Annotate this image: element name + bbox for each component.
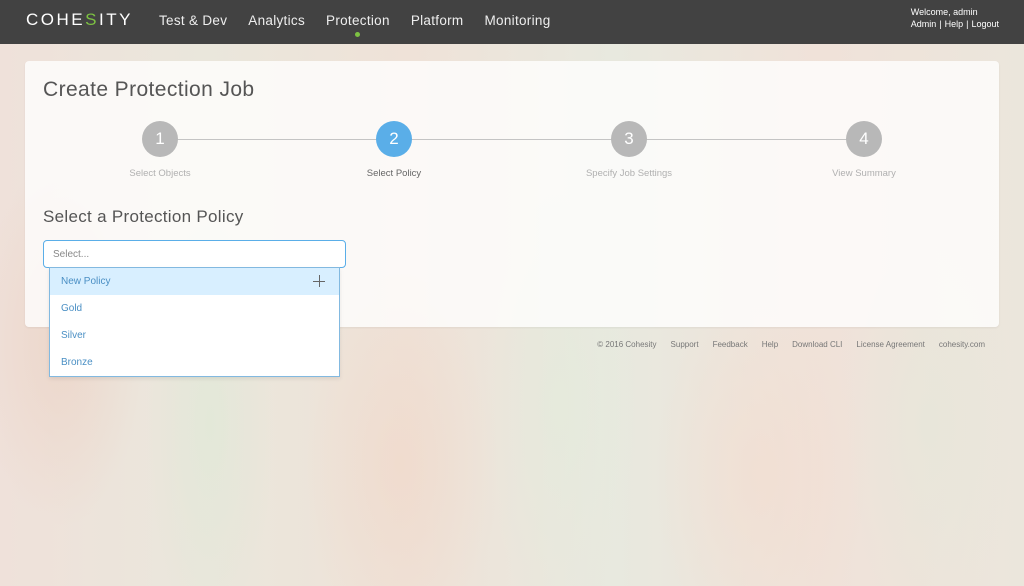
help-link[interactable]: Help bbox=[945, 19, 964, 29]
admin-link[interactable]: Admin bbox=[911, 19, 937, 29]
footer: © 2016 Cohesity Support Feedback Help Do… bbox=[583, 340, 985, 349]
separator: | bbox=[939, 19, 942, 29]
step-label: Select Policy bbox=[366, 168, 422, 179]
separator: | bbox=[966, 19, 969, 29]
step-number: 4 bbox=[846, 121, 882, 157]
logout-link[interactable]: Logout bbox=[971, 19, 999, 29]
step-label: View Summary bbox=[832, 168, 896, 179]
step-number: 2 bbox=[376, 121, 412, 157]
nav-monitoring[interactable]: Monitoring bbox=[484, 13, 550, 28]
footer-link-feedback[interactable]: Feedback bbox=[713, 340, 748, 349]
policy-option-gold[interactable]: Gold bbox=[50, 295, 339, 322]
main-nav: Test & Dev Analytics Protection Platform… bbox=[159, 13, 572, 37]
step-specify-job-settings[interactable]: 3 Specify Job Settings bbox=[549, 121, 709, 179]
step-number: 1 bbox=[142, 121, 178, 157]
step-select-policy[interactable]: 2 Select Policy bbox=[314, 121, 474, 179]
step-label: Specify Job Settings bbox=[585, 168, 673, 179]
nav-test-dev[interactable]: Test & Dev bbox=[159, 13, 227, 28]
option-label: New Policy bbox=[61, 276, 111, 287]
footer-link-cohesity-com[interactable]: cohesity.com bbox=[939, 340, 985, 349]
policy-option-silver[interactable]: Silver bbox=[50, 322, 339, 349]
nav-protection[interactable]: Protection bbox=[326, 13, 390, 37]
welcome-text: Welcome, admin bbox=[910, 7, 978, 17]
policy-option-bronze[interactable]: Bronze bbox=[50, 349, 339, 376]
cohesity-logo[interactable]: COHESITY bbox=[26, 10, 133, 30]
user-menu: Welcome, admin Admin | Help | Logout bbox=[911, 6, 999, 30]
footer-link-support[interactable]: Support bbox=[671, 340, 699, 349]
step-view-summary[interactable]: 4 View Summary bbox=[784, 121, 944, 179]
step-number: 3 bbox=[611, 121, 647, 157]
step-select-objects[interactable]: 1 Select Objects bbox=[80, 121, 240, 179]
footer-link-download-cli[interactable]: Download CLI bbox=[792, 340, 842, 349]
section-title: Select a Protection Policy bbox=[43, 207, 244, 226]
footer-link-license-agreement[interactable]: License Agreement bbox=[856, 340, 925, 349]
footer-link-help[interactable]: Help bbox=[762, 340, 778, 349]
nav-platform[interactable]: Platform bbox=[411, 13, 464, 28]
plus-icon bbox=[313, 275, 325, 287]
stepper-line bbox=[160, 139, 864, 140]
nav-analytics[interactable]: Analytics bbox=[248, 13, 305, 28]
page-title: Create Protection Job bbox=[43, 78, 255, 101]
policy-option-new-policy[interactable]: New Policy bbox=[50, 268, 339, 295]
copyright-text: © 2016 Cohesity bbox=[597, 340, 657, 349]
step-label: Select Objects bbox=[129, 168, 191, 179]
top-navigation-bar: COHESITY Test & Dev Analytics Protection… bbox=[0, 0, 1024, 44]
policy-dropdown-menu: New Policy Gold Silver Bronze bbox=[49, 267, 340, 377]
user-links: Admin | Help | Logout bbox=[911, 18, 999, 30]
policy-select[interactable]: Select... bbox=[43, 240, 346, 268]
